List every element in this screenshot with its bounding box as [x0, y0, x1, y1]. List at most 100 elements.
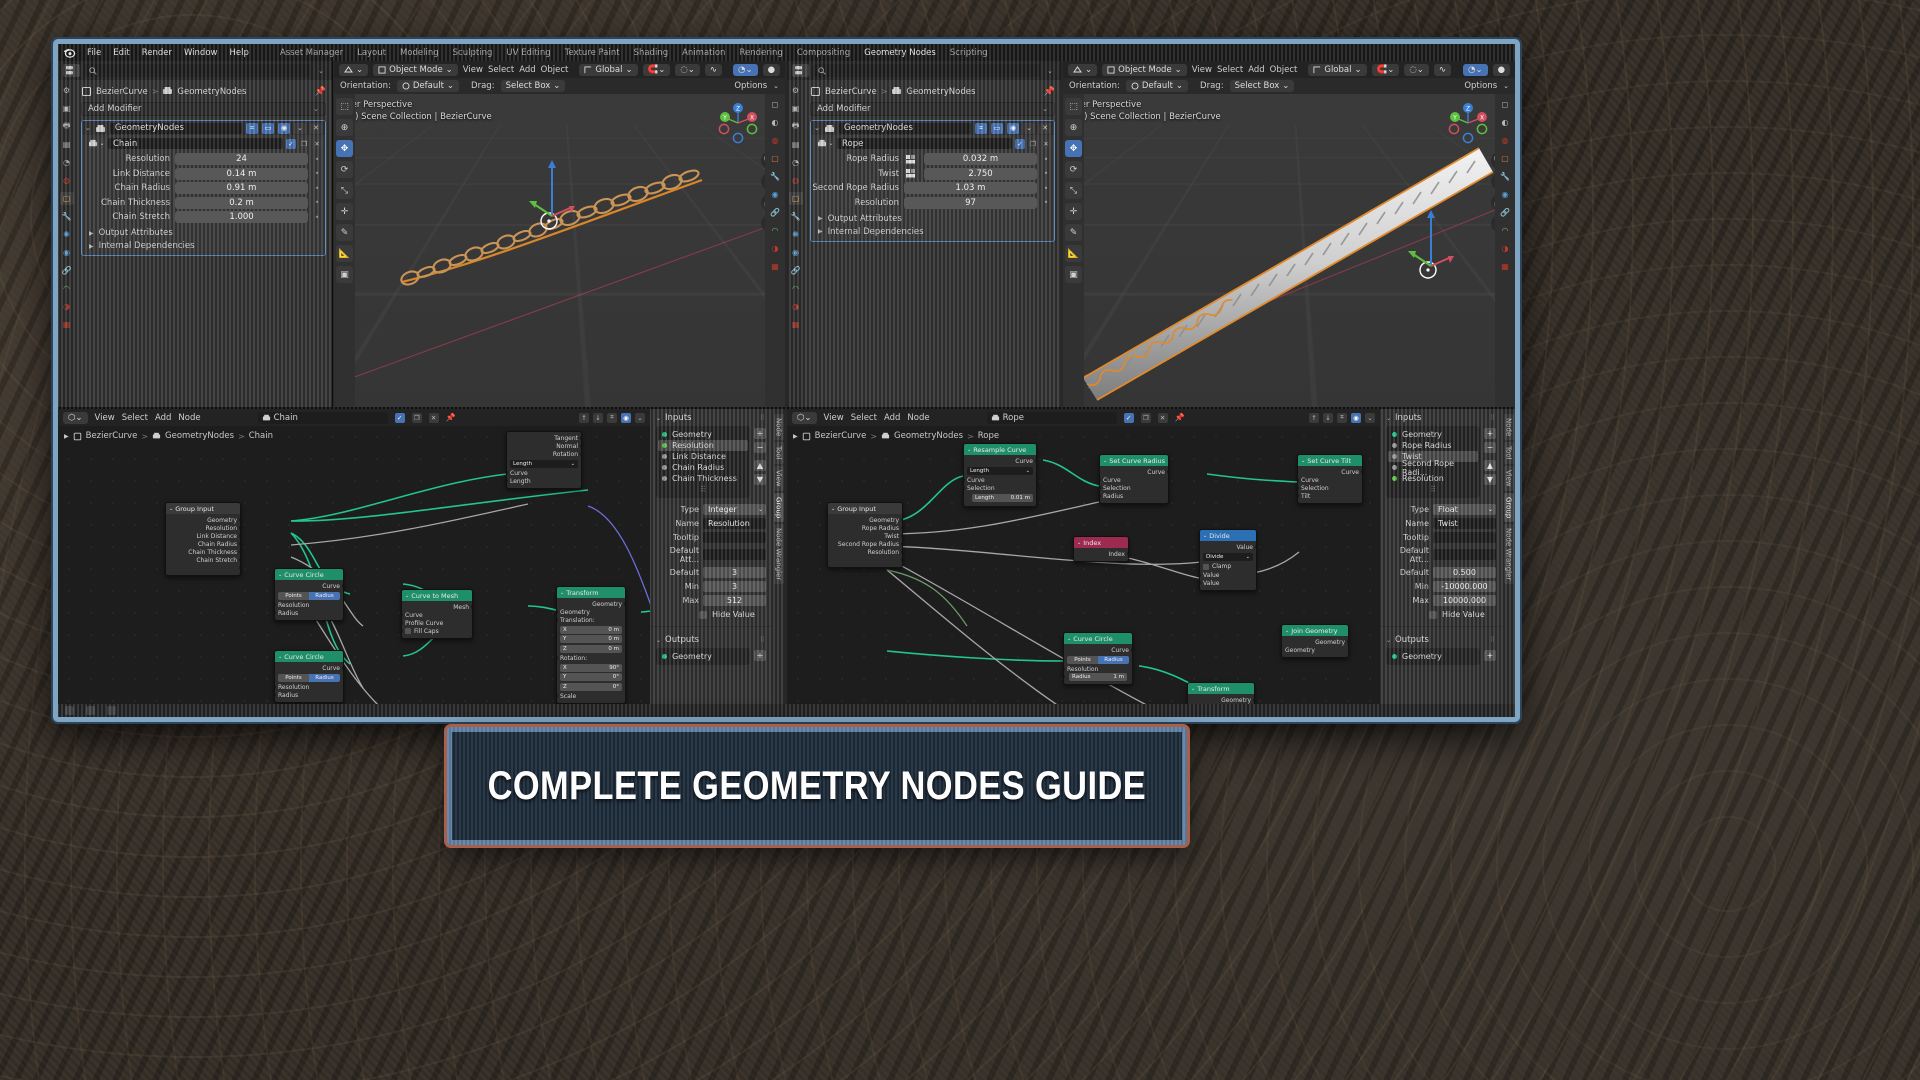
tool-select-box-icon[interactable]: ⬚ — [336, 98, 353, 115]
node-output-curve[interactable]: Curve — [964, 457, 1036, 465]
node-input-radius-row[interactable]: Radius 1 m — [1064, 673, 1132, 681]
datablock-unlink-icon[interactable]: ✕ — [428, 412, 439, 423]
left-viewport-menu-add[interactable]: Add — [519, 65, 535, 75]
node-pin-icon[interactable]: 📌 — [446, 413, 456, 422]
workspace-scripting[interactable]: Scripting — [943, 48, 995, 58]
modifier-extras-menu[interactable]: ⌄ — [1023, 122, 1035, 134]
input-value-chain-radius[interactable]: 0.91 m — [175, 182, 308, 194]
tab-modifier-icon[interactable]: 🔧 — [789, 210, 803, 223]
socket-dot[interactable] — [624, 602, 625, 606]
translation-x-field[interactable]: X 0 m — [560, 625, 622, 634]
node-curve-tangent[interactable]: Tangent Normal Rotation Length ⌄ Curve Le… — [506, 431, 582, 489]
left-node-group-datablock[interactable]: Chain — [257, 411, 388, 424]
right-hide-value-checkbox-row[interactable]: Hide Value — [1380, 607, 1502, 622]
field-value-default-attribute[interactable] — [1433, 549, 1496, 560]
input-item-geometry[interactable]: Geometry — [658, 429, 748, 440]
left-internal-dependencies-section[interactable]: ▶ Internal Dependencies — [82, 238, 325, 255]
socket-dot[interactable] — [580, 444, 581, 448]
properties-search-input[interactable] — [84, 64, 312, 77]
right-inputs-list[interactable]: Geometry Rope Radius Twist Second Rope R… — [1386, 426, 1480, 498]
snap-up-icon[interactable]: ↑ — [1309, 412, 1319, 423]
left-viewport-menu-view[interactable]: View — [463, 65, 483, 75]
tool-move-icon[interactable]: ✥ — [336, 140, 353, 157]
sidebar-tab-node[interactable]: Node — [1503, 414, 1514, 441]
node-group-unlink-icon[interactable]: ✕ — [1041, 138, 1051, 149]
field-value-min[interactable]: -10000.000 — [1433, 580, 1496, 592]
right-viewport-menu-add[interactable]: Add — [1248, 65, 1264, 75]
socket-dot[interactable] — [901, 534, 902, 538]
tool-cursor-icon[interactable]: ⊕ — [1065, 119, 1082, 136]
proportional-edit-icon[interactable]: ◌⌄ — [1404, 63, 1429, 76]
sidebar-tab-tool[interactable]: Tool — [1503, 442, 1514, 464]
sidebar-tab-node[interactable]: Node — [773, 414, 784, 441]
left-node-menu-node[interactable]: Node — [178, 413, 200, 423]
socket-dot[interactable] — [901, 542, 902, 546]
socket-dot[interactable] — [1064, 675, 1065, 679]
socket-dot[interactable] — [275, 603, 276, 607]
right-node-group-name[interactable]: Rope — [837, 138, 1012, 149]
node-output-curve[interactable]: Curve — [1100, 468, 1168, 476]
sidebar-tab-node-wrangler[interactable]: Node Wrangler — [773, 523, 784, 585]
tool-transform-icon[interactable]: ✛ — [1065, 203, 1082, 220]
input-item-link-distance[interactable]: Link Distance — [658, 451, 748, 462]
node-group-browse-icon[interactable]: ⌄ — [817, 138, 834, 149]
socket-dot[interactable] — [239, 558, 240, 562]
input-item-second-rope-radius[interactable]: Second Rope Radi... — [1388, 459, 1478, 477]
node-input-selection[interactable]: Selection — [964, 484, 1036, 492]
node-divide[interactable]: ⌄ Divide Value Divide ⌄ Clamp Value Value — [1199, 529, 1257, 591]
node-options-chevron[interactable]: ⌄ — [1365, 412, 1375, 423]
node-input-curve[interactable]: Curve — [964, 476, 1036, 484]
sidebar-tab-node-wrangler[interactable]: Node Wrangler — [1503, 523, 1514, 585]
breadcrumb-modifier-name[interactable]: GeometryNodes — [177, 87, 246, 97]
socket-dot[interactable] — [239, 534, 240, 538]
translation-z-field[interactable]: Z 0 m — [560, 644, 622, 653]
resample-length-field[interactable]: Length 0.01 m — [972, 493, 1033, 502]
workspace-rendering[interactable]: Rendering — [732, 48, 789, 58]
node-output-curve[interactable]: Curve — [1064, 646, 1132, 654]
left-navigation-gizmo[interactable]: Z X Y — [716, 101, 760, 145]
right-node-menu-select[interactable]: Select — [851, 413, 877, 423]
tool-rotate-icon[interactable]: ⟳ — [336, 161, 353, 178]
sidebar-tab-view[interactable]: View — [1503, 465, 1514, 491]
sidebar-tab-tool[interactable]: Tool — [773, 442, 784, 464]
add-input-button[interactable]: + — [1484, 428, 1496, 439]
node-output-virtual[interactable] — [828, 556, 902, 564]
socket-dot[interactable] — [402, 621, 403, 625]
breadcrumb-object-name[interactable]: BezierCurve — [825, 87, 877, 97]
tool-annotate-icon[interactable]: ✎ — [336, 224, 353, 241]
tab-object-icon[interactable]: ▢ — [59, 192, 74, 205]
input-item-chain-thickness[interactable]: Chain Thickness — [658, 473, 748, 484]
properties-search-input[interactable] — [813, 64, 1041, 77]
input-attribute-toggle[interactable]: • — [313, 198, 321, 207]
modifier-close-icon[interactable]: ✕ — [1039, 122, 1051, 134]
left-crumb-modifier[interactable]: GeometryNodes — [165, 431, 234, 441]
field-value-default[interactable]: 3 — [703, 566, 766, 578]
node-input-tilt[interactable]: Tilt — [1298, 492, 1362, 500]
socket-dot[interactable] — [275, 693, 276, 697]
left-outputs-list[interactable]: Geometry — [656, 648, 750, 665]
right-transform-orientation[interactable]: Global ⌄ — [1308, 63, 1367, 76]
node-output-tangent[interactable]: Tangent — [507, 434, 581, 442]
field-value-max[interactable]: 512 — [703, 594, 766, 606]
overlay-material-icon[interactable]: ◑ — [768, 242, 783, 255]
socket-dot[interactable] — [239, 566, 240, 570]
pin-icon[interactable]: 📌 — [1044, 87, 1055, 97]
math-operation-dropdown[interactable]: Divide ⌄ — [1203, 552, 1253, 561]
input-value-link-distance[interactable]: 0.14 m — [175, 167, 308, 180]
tab-physics-icon[interactable]: ◉ — [60, 246, 74, 259]
node-input-radius[interactable]: Radius — [1100, 492, 1168, 500]
editor-type-selector[interactable]: ⌄ — [1068, 63, 1098, 76]
left-modifier-header[interactable]: ⌄ GeometryNodes ⌗ ▭ ◉ ⌄ ✕ — [82, 121, 325, 135]
menu-help[interactable]: Help — [223, 48, 254, 58]
left-inputs-section-header[interactable]: ⌄ Inputs ⠿ — [650, 409, 772, 426]
tab-material-icon[interactable]: ◑ — [60, 300, 74, 313]
node-output-value[interactable]: Value — [1200, 543, 1256, 551]
tab-data-icon[interactable]: ◠ — [789, 282, 803, 295]
remove-input-button[interactable]: − — [754, 442, 766, 453]
drag-grip-icon[interactable]: ⠿ — [1490, 636, 1496, 644]
node-curve-circle-2[interactable]: ⌄ Curve Circle Curve Points Radius Resolu… — [274, 650, 344, 703]
socket-dot[interactable] — [239, 550, 240, 554]
overlay-data-icon[interactable]: ◠ — [1498, 224, 1513, 237]
tool-measure-icon[interactable]: 📐 — [336, 245, 353, 262]
left-options-button[interactable]: Options — [734, 81, 767, 91]
